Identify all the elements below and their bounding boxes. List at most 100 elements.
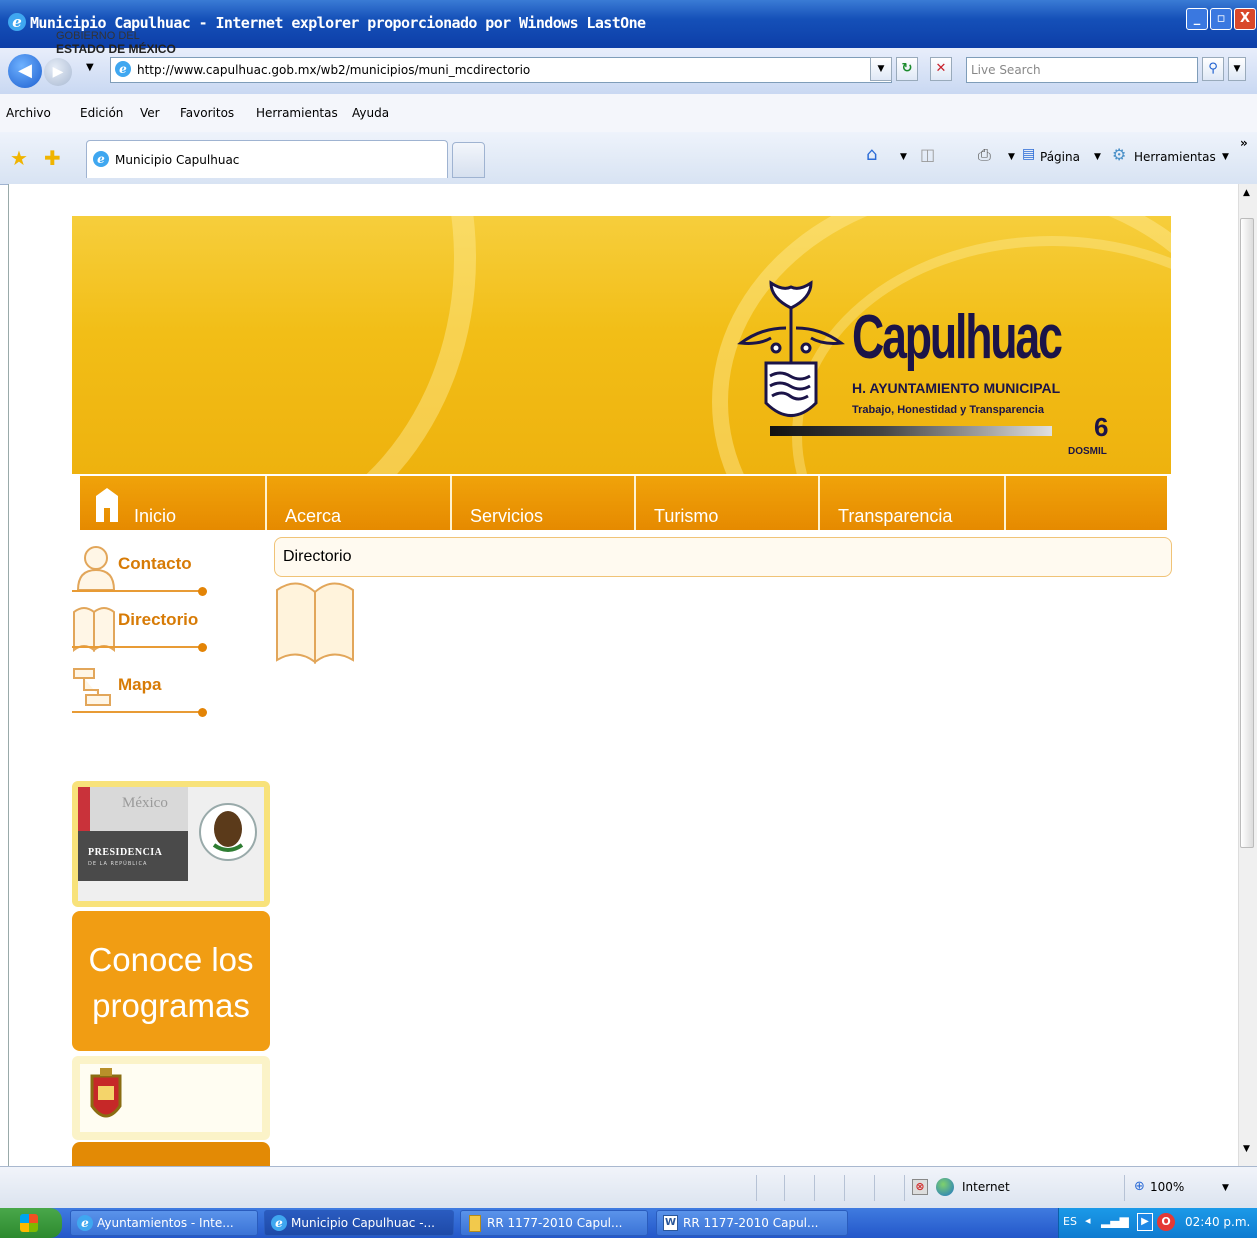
menu-ayuda[interactable]: Ayuda: [352, 106, 389, 120]
stop-icon[interactable]: ✕: [930, 57, 952, 81]
new-tab-button[interactable]: [452, 142, 485, 178]
bullet-dot: [198, 708, 207, 717]
window-title-bar[interactable]: e Municipio Capulhuac - Internet explore…: [0, 0, 1257, 48]
address-toolbar: ◀ ▶ ▼ http://www.capulhuac.gob.mx/wb2/mu…: [0, 48, 1257, 94]
zoom-dropdown-icon[interactable]: ▼: [1222, 1183, 1229, 1193]
history-dropdown-icon[interactable]: ▼: [86, 62, 94, 73]
nav-transparencia-label: Transparencia: [838, 506, 953, 526]
nav-inicio-label: Inicio: [134, 506, 177, 526]
protected-mode-icon[interactable]: ⊗: [912, 1179, 928, 1195]
nav-empty: [1006, 476, 1167, 530]
nav-servicios[interactable]: Servicios: [452, 476, 636, 530]
nav-turismo[interactable]: Turismo: [636, 476, 820, 530]
folder-icon: [469, 1215, 481, 1232]
presidencia-mexico-label: México: [122, 795, 168, 811]
nav-transparencia[interactable]: Transparencia: [820, 476, 1006, 530]
bullet-dot: [198, 643, 207, 652]
menu-favoritos[interactable]: Favoritos: [180, 106, 234, 120]
home-dropdown-icon[interactable]: ▼: [900, 152, 907, 162]
taskbar-button-ayuntamientos[interactable]: e Ayuntamientos - Inte...: [70, 1210, 258, 1236]
globe-icon: [936, 1178, 954, 1196]
presidencia-banner[interactable]: México Presidencia DE LA REPÚBLICA: [72, 781, 270, 907]
gobierno-estado-banner[interactable]: [72, 1056, 270, 1140]
forward-arrow-icon[interactable]: ▶: [44, 58, 72, 86]
minimize-button[interactable]: _: [1186, 8, 1208, 30]
clock[interactable]: 02:40 p.m.: [1185, 1215, 1250, 1229]
taskbar-button-label: RR 1177-2010 Capul...: [683, 1216, 819, 1230]
tools-menu[interactable]: Herramientas: [1134, 150, 1216, 164]
search-input[interactable]: Live Search: [966, 57, 1198, 83]
scroll-down-icon[interactable]: ▼: [1243, 1144, 1250, 1154]
security-zone-label: Internet: [962, 1180, 1010, 1194]
close-button[interactable]: X: [1234, 8, 1256, 30]
tray-arrow-icon[interactable]: ◂: [1085, 1214, 1091, 1227]
search-options-icon[interactable]: ▼: [1228, 57, 1246, 81]
back-arrow-icon[interactable]: ◀: [8, 54, 42, 88]
scroll-up-icon[interactable]: ▲: [1243, 188, 1250, 198]
page-menu[interactable]: Página: [1040, 150, 1080, 164]
restore-button[interactable]: ▫: [1210, 8, 1232, 30]
start-button[interactable]: [0, 1208, 62, 1238]
print-dropdown-icon[interactable]: ▼: [1008, 152, 1015, 162]
taskbar-button-rr-folder[interactable]: RR 1177-2010 Capul...: [460, 1210, 648, 1236]
home-icon[interactable]: ⌂: [866, 144, 877, 165]
windows-logo-icon: [20, 1214, 38, 1232]
refresh-icon[interactable]: ↻: [896, 57, 918, 81]
taskbar-button-label: Municipio Capulhuac -...: [291, 1216, 435, 1230]
nav-servicios-label: Servicios: [470, 506, 544, 526]
sidebar-link-label: Directorio: [118, 610, 199, 629]
sidebar-link-label: Contacto: [118, 554, 192, 573]
antivirus-icon[interactable]: O: [1157, 1213, 1175, 1231]
signal-icon: ▂▄▆: [1101, 1214, 1129, 1228]
ie-icon: e: [77, 1215, 93, 1231]
menu-bar: Archivo Edición Ver Favoritos Herramient…: [0, 94, 1257, 133]
gear-icon: ⚙: [1112, 145, 1127, 164]
tab-bar: ★ ✚ e Municipio Capulhuac ⌂ ▼ ◫ ⎙ ▼ ▤ Pá…: [0, 132, 1257, 185]
media-icon[interactable]: ▶: [1137, 1213, 1153, 1231]
scrollbar-thumb[interactable]: [1240, 218, 1254, 848]
tab-ie-icon: e: [93, 151, 109, 167]
conoce-programas-banner[interactable]: Conoce los programas: [72, 911, 270, 1051]
sidebar-link-directorio[interactable]: Directorio: [72, 600, 208, 654]
next-banner-partial[interactable]: [72, 1142, 270, 1166]
print-icon[interactable]: ⎙: [978, 145, 991, 165]
home-icon: [96, 488, 118, 522]
main-nav: Inicio Acerca Servicios Turismo Transpar…: [80, 476, 1167, 530]
favorites-star-icon[interactable]: ★: [10, 146, 28, 170]
sidebar-link-mapa[interactable]: Mapa: [72, 665, 208, 719]
zoom-icon: ⊕: [1134, 1179, 1145, 1194]
sidebar-link-contacto[interactable]: Contacto: [72, 544, 208, 598]
tab-municipio-capulhuac[interactable]: e Municipio Capulhuac: [86, 140, 448, 178]
taskbar-button-rr-word[interactable]: W RR 1177-2010 Capul...: [656, 1210, 848, 1236]
status-bar: ⊗ Internet ⊕ 100% ▼: [0, 1166, 1257, 1209]
url-dropdown-icon[interactable]: ▼: [870, 57, 892, 81]
page-dropdown-icon[interactable]: ▼: [1094, 152, 1101, 162]
banner-title: Capulhuac: [852, 303, 1063, 372]
page-icon: e: [115, 61, 131, 77]
year-badge: DOSMIL: [1068, 446, 1107, 457]
banner-gradient-bar: [770, 426, 1052, 436]
gobierno-line2: ESTADO DE MÉXICO: [56, 42, 176, 56]
nav-acerca[interactable]: Acerca: [267, 476, 452, 530]
windows-taskbar: e Ayuntamientos - Inte... e Municipio Ca…: [0, 1208, 1257, 1238]
feeds-icon[interactable]: ◫: [920, 145, 935, 164]
nav-turismo-label: Turismo: [654, 506, 719, 526]
nav-inicio[interactable]: Inicio: [80, 476, 267, 530]
mexico-seal-icon: [199, 803, 257, 861]
zoom-level[interactable]: 100%: [1150, 1180, 1184, 1194]
breadcrumb: Directorio: [274, 537, 1172, 577]
page-icon-cmd: ▤: [1022, 146, 1036, 162]
menu-edicion[interactable]: Edición: [80, 106, 123, 120]
menu-herramientas[interactable]: Herramientas: [256, 106, 338, 120]
tools-dropdown-icon[interactable]: ▼: [1222, 152, 1229, 162]
presidencia-sub-label: DE LA REPÚBLICA: [88, 861, 148, 867]
url-input[interactable]: http://www.capulhuac.gob.mx/wb2/municipi…: [110, 57, 892, 83]
menu-ver[interactable]: Ver: [140, 106, 160, 120]
menu-archivo[interactable]: Archivo: [6, 106, 51, 120]
conoce-programas-label: Conoce los programas: [88, 941, 254, 1024]
chevron-more-icon[interactable]: »: [1240, 136, 1248, 150]
add-favorite-icon[interactable]: ✚: [44, 146, 61, 170]
search-icon[interactable]: ⚲: [1202, 57, 1224, 81]
language-indicator[interactable]: ES: [1063, 1215, 1077, 1228]
taskbar-button-capulhuac[interactable]: e Municipio Capulhuac -...: [264, 1210, 454, 1236]
